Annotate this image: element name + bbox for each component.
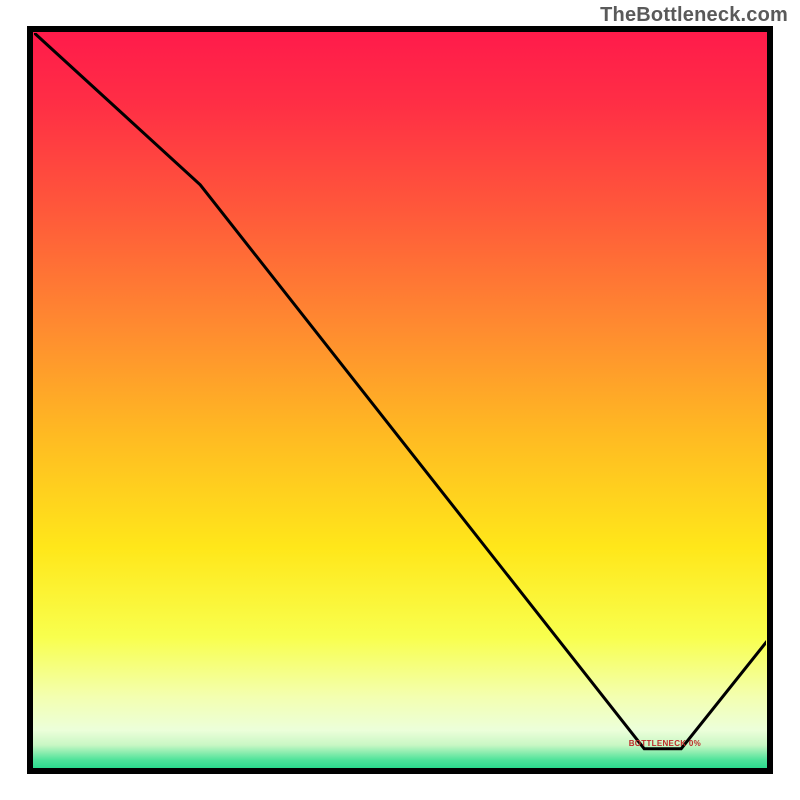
chart-stage: TheBottleneck.com BOTTLENECK 0% — [0, 0, 800, 800]
gradient-background — [30, 29, 770, 771]
bottleneck-chart — [0, 0, 800, 800]
bottleneck-zero-label: BOTTLENECK 0% — [629, 739, 701, 748]
